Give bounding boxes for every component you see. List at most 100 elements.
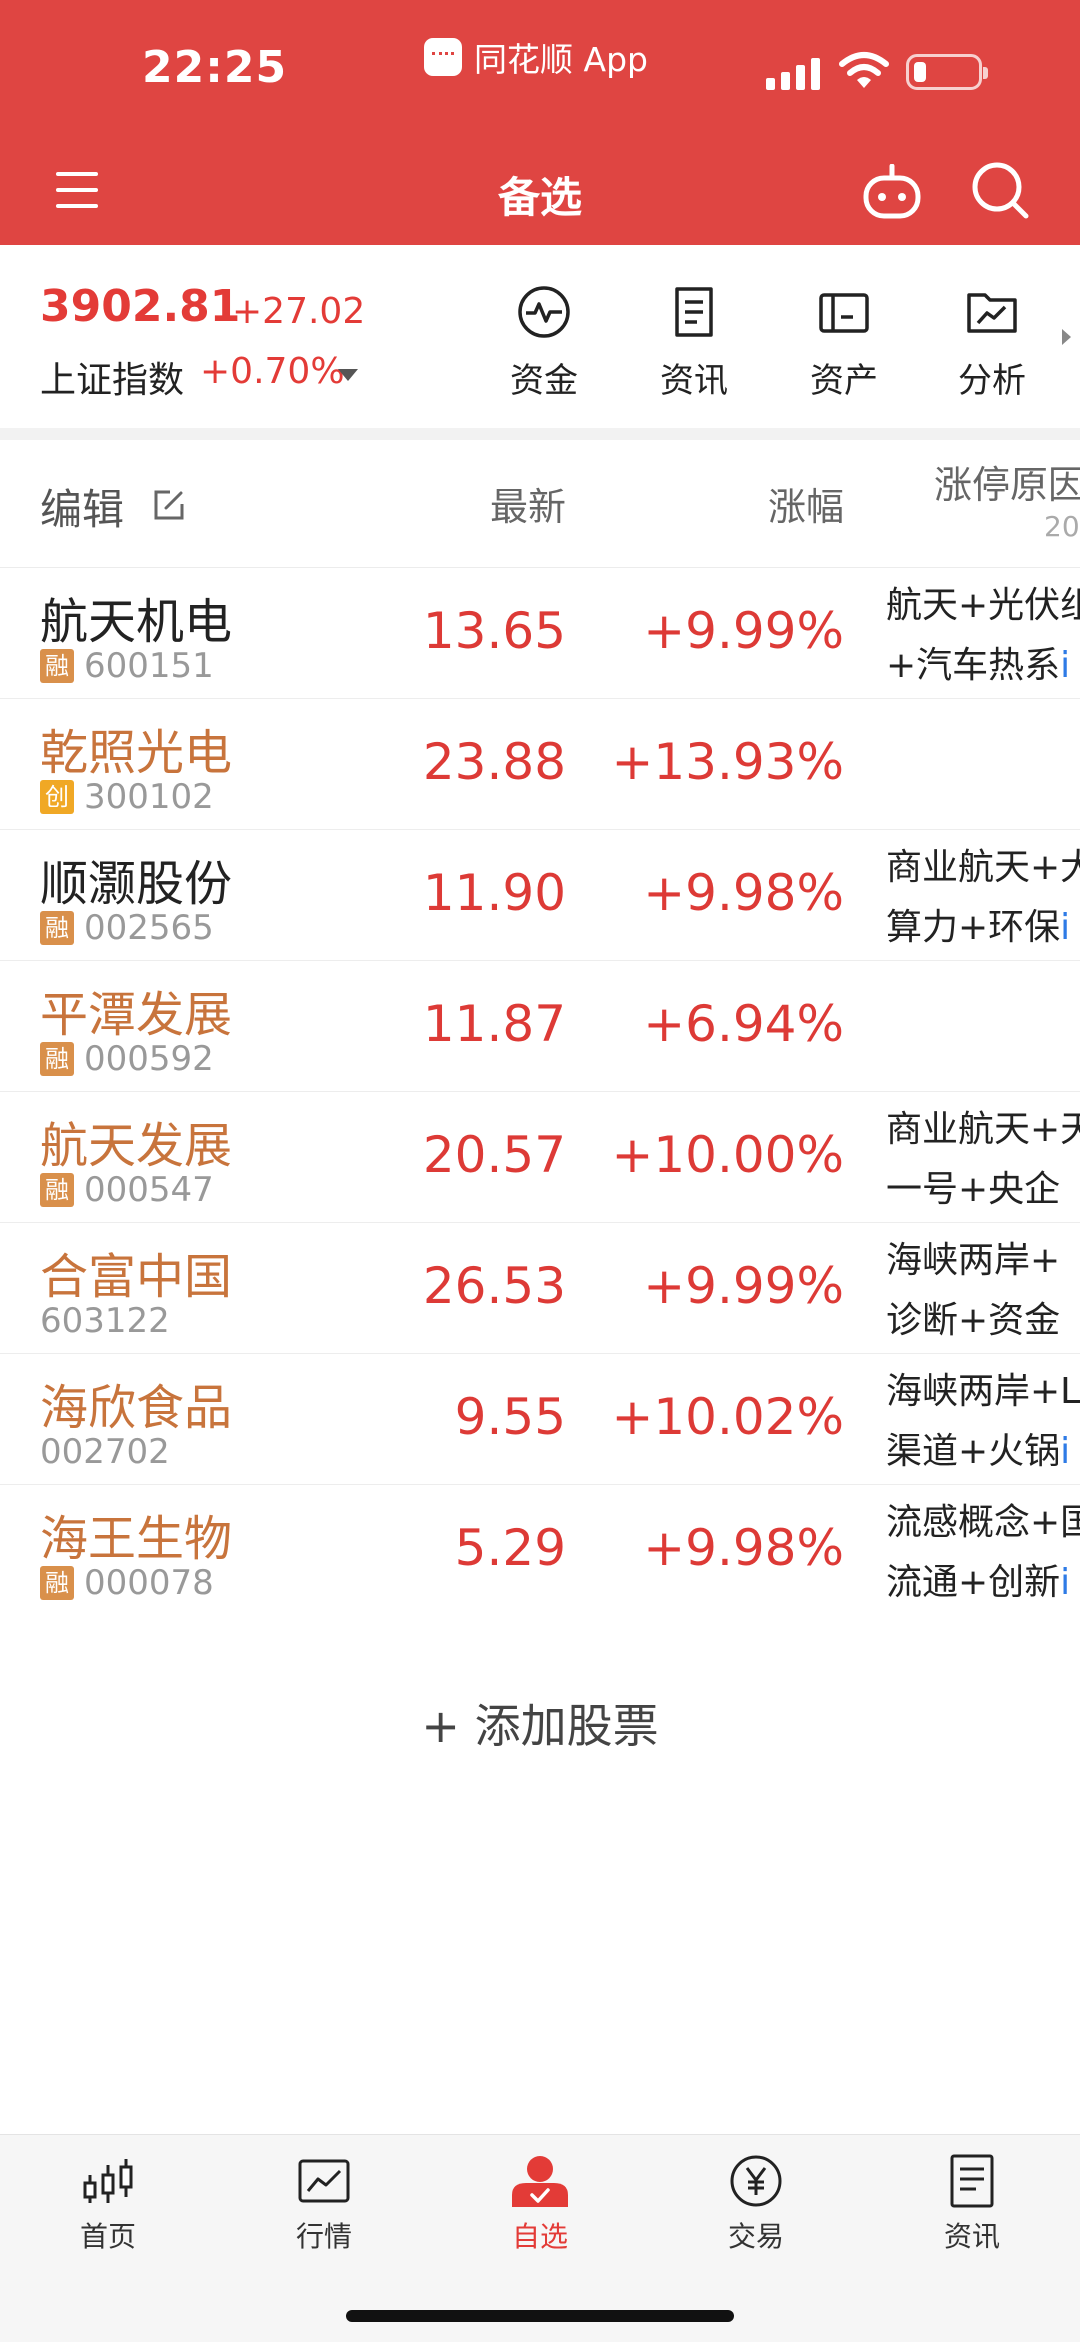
chevron-right-icon[interactable]	[1062, 329, 1071, 345]
reason-line: 海峡两岸+L	[886, 1371, 1080, 1412]
stock-code: 002702	[40, 1432, 170, 1472]
limit-up-reason: 流感概念+国 流通+创新i	[886, 1493, 1080, 1613]
reason-line-text: 诊断+资金	[886, 1300, 1061, 1341]
reason-more-link[interactable]: i	[1060, 907, 1070, 948]
robot-assistant-icon[interactable]	[862, 164, 922, 220]
add-stock-button[interactable]: + 添加股票	[0, 1690, 1080, 1756]
battery-icon	[906, 54, 988, 90]
stock-code-group: 002702	[40, 1432, 170, 1472]
stock-code: 002565	[84, 908, 214, 948]
table-row[interactable]: 合富中国 603122 26.53 +9.99% 海峡两岸+ 诊断+资金	[0, 1223, 1080, 1354]
margin-badge: 融	[40, 911, 74, 945]
stock-price: 20.57	[422, 1126, 566, 1184]
table-header: 编辑 最新 涨幅 涨停原因 20	[0, 440, 1080, 568]
tool-assets-button[interactable]: 资产	[794, 285, 894, 402]
section-divider	[0, 428, 1080, 440]
stock-change: +9.98%	[643, 864, 844, 922]
index-summary: 3902.81 +27.02 上证指数 +0.70% 资金 资讯 资产 分析	[0, 245, 1080, 428]
app-icon	[424, 38, 462, 76]
stock-code: 300102	[84, 777, 214, 817]
stock-code: 600151	[84, 646, 214, 686]
reason-more-link[interactable]: i	[1060, 645, 1070, 686]
tool-label: 资产	[810, 361, 878, 401]
edit-button[interactable]: 编辑	[40, 476, 124, 537]
status-app-indicator[interactable]: 同花顺 App	[424, 34, 648, 80]
stock-change: +9.99%	[643, 1257, 844, 1315]
tab-news[interactable]: 资讯	[902, 2153, 1042, 2255]
margin-badge: 融	[40, 1566, 74, 1600]
yen-icon	[730, 2155, 782, 2207]
reason-line: 流通+创新i	[886, 1553, 1080, 1613]
tool-label: 资金	[510, 361, 578, 401]
table-row[interactable]: 海欣食品 002702 9.55 +10.02% 海峡两岸+L 渠道+火锅i	[0, 1354, 1080, 1485]
stock-name: 海欣食品	[40, 1380, 233, 1436]
reason-line-text: 流通+创新	[886, 1562, 1061, 1603]
reason-more-link[interactable]: i	[1060, 1431, 1070, 1472]
stock-price: 23.88	[422, 733, 566, 791]
wallet-icon	[819, 293, 869, 333]
table-row[interactable]: 顺灏股份 融 002565 11.90 +9.98% 商业航天+大 算力+环保i	[0, 830, 1080, 961]
column-header-change[interactable]: 涨幅	[768, 476, 844, 531]
tool-funds-button[interactable]: 资金	[494, 285, 594, 402]
table-row[interactable]: 航天机电 融 600151 13.65 +9.99% 航天+光伏组 +汽车热系i	[0, 568, 1080, 699]
stock-code-group: 创 300102	[40, 777, 214, 817]
reason-line-text: 算力+环保	[886, 907, 1061, 948]
reason-line: +汽车热系i	[886, 636, 1080, 696]
edit-icon[interactable]	[152, 488, 186, 522]
limit-up-reason: 商业航天+大 算力+环保i	[886, 838, 1080, 958]
stock-price: 11.87	[422, 995, 566, 1053]
limit-up-reason: 海峡两岸+ 诊断+资金	[886, 1231, 1060, 1351]
stock-name: 海王生物	[40, 1511, 233, 1567]
stock-price: 5.29	[454, 1519, 566, 1577]
tool-label: 资讯	[660, 361, 728, 401]
stock-code-group: 融 000547	[40, 1170, 214, 1210]
reason-line: 商业航天+大	[886, 847, 1080, 888]
tab-trade[interactable]: 交易	[686, 2153, 826, 2255]
tool-analysis-button[interactable]: 分析	[942, 285, 1042, 402]
reason-line-text: 渠道+火锅	[886, 1431, 1061, 1472]
column-header-latest[interactable]: 最新	[490, 476, 566, 531]
reason-line: 海峡两岸+	[886, 1240, 1061, 1281]
tab-home[interactable]: 首页	[38, 2153, 178, 2255]
chart-folder-icon	[967, 293, 1017, 333]
stock-name: 合富中国	[40, 1249, 233, 1305]
stock-change: +6.94%	[643, 995, 844, 1053]
reason-line: 渠道+火锅i	[886, 1422, 1080, 1482]
document-icon	[675, 287, 713, 337]
tab-label: 资讯	[943, 2220, 1000, 2253]
reason-more-link[interactable]: i	[1060, 1562, 1070, 1603]
stock-code-group: 融 000592	[40, 1039, 214, 1079]
stock-code: 000547	[84, 1170, 214, 1210]
tab-label: 首页	[79, 2220, 136, 2253]
reason-line: 诊断+资金	[886, 1291, 1060, 1351]
stock-price: 13.65	[422, 602, 566, 660]
tab-label: 行情	[295, 2220, 352, 2253]
search-icon[interactable]	[970, 160, 1030, 220]
index-price[interactable]: 3902.81	[40, 281, 240, 332]
stock-name: 平潭发展	[40, 987, 233, 1043]
reason-line: 算力+环保i	[886, 898, 1080, 958]
table-row[interactable]: 平潭发展 融 000592 11.87 +6.94%	[0, 961, 1080, 1092]
index-name[interactable]: 上证指数	[40, 351, 184, 403]
tab-market[interactable]: 行情	[254, 2153, 394, 2255]
table-row[interactable]: 海王生物 融 000078 5.29 +9.98% 流感概念+国 流通+创新i	[0, 1485, 1080, 1615]
status-app-name: 同花顺 App	[474, 40, 648, 79]
stock-code-group: 融 600151	[40, 646, 214, 686]
caret-down-icon[interactable]	[338, 369, 358, 381]
stock-name: 航天机电	[40, 594, 233, 650]
reason-line-text: 一号+央企	[886, 1169, 1061, 1210]
stock-name: 顺灏股份	[40, 856, 233, 912]
stock-list: 航天机电 融 600151 13.65 +9.99% 航天+光伏组 +汽车热系i…	[0, 568, 1080, 1615]
top-header: 22:25 同花顺 App 备选	[0, 0, 1080, 245]
table-row[interactable]: 航天发展 融 000547 20.57 +10.00% 商业航天+天 一号+央企	[0, 1092, 1080, 1223]
stock-code: 000078	[84, 1563, 214, 1603]
column-header-reason-sub: 20	[1044, 510, 1080, 543]
home-indicator[interactable]	[346, 2310, 734, 2322]
tool-news-button[interactable]: 资讯	[644, 285, 744, 402]
line-chart-icon	[298, 2159, 350, 2203]
table-row[interactable]: 乾照光电 创 300102 23.88 +13.93%	[0, 699, 1080, 830]
stock-code: 000592	[84, 1039, 214, 1079]
column-header-reason[interactable]: 涨停原因	[934, 454, 1080, 509]
person-check-icon	[512, 2156, 568, 2207]
tab-watchlist[interactable]: 自选	[470, 2153, 610, 2255]
